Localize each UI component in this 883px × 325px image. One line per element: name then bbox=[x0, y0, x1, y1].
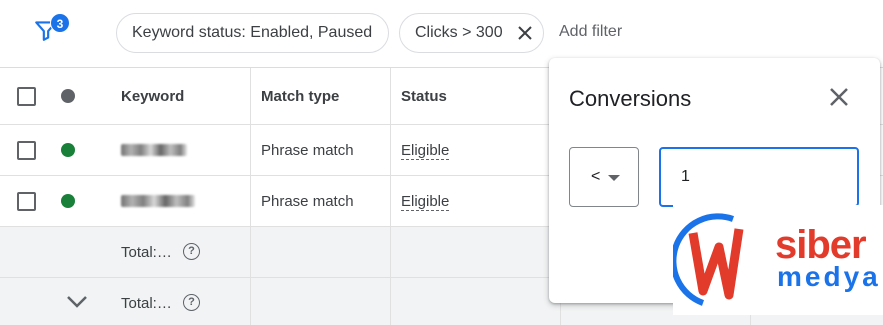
status-column-dot-icon bbox=[61, 89, 75, 103]
remove-filter-icon[interactable] bbox=[517, 25, 533, 41]
match-type-cell: Phrase match bbox=[261, 142, 354, 159]
column-header-status[interactable]: Status bbox=[401, 88, 447, 105]
logo-word-medya: medya bbox=[777, 261, 881, 292]
column-header-match-type[interactable]: Match type bbox=[261, 88, 339, 105]
total-label: Total:… bbox=[121, 295, 172, 312]
help-icon[interactable]: ? bbox=[183, 243, 200, 260]
status-cell[interactable]: Eligible bbox=[401, 142, 450, 160]
filter-chip-label: Keyword status: Enabled, Paused bbox=[132, 24, 373, 41]
row-checkbox[interactable] bbox=[17, 192, 36, 211]
filter-button[interactable]: 3 bbox=[33, 13, 71, 43]
popup-title: Conversions bbox=[569, 86, 692, 111]
operator-value: < bbox=[591, 168, 601, 185]
logo-mark-icon bbox=[670, 213, 744, 306]
select-all-checkbox[interactable] bbox=[17, 87, 36, 106]
filter-chip-clicks[interactable]: Clicks > 300 bbox=[399, 13, 544, 53]
status-link[interactable]: Eligible bbox=[401, 142, 450, 160]
match-type-cell: Phrase match bbox=[261, 193, 354, 210]
active-filter-count-badge: 3 bbox=[50, 13, 70, 33]
column-header-keyword[interactable]: Keyword bbox=[121, 88, 184, 105]
add-filter-button[interactable]: Add filter bbox=[559, 23, 622, 41]
column-divider bbox=[390, 68, 391, 325]
chevron-down-icon[interactable] bbox=[66, 295, 88, 309]
conversions-value-input[interactable] bbox=[659, 147, 859, 207]
close-icon[interactable] bbox=[827, 85, 851, 109]
status-cell[interactable]: Eligible bbox=[401, 193, 450, 211]
help-icon[interactable]: ? bbox=[183, 294, 200, 311]
enabled-status-dot-icon bbox=[61, 143, 75, 157]
filter-chip-keyword-status[interactable]: Keyword status: Enabled, Paused bbox=[116, 13, 389, 53]
enabled-status-dot-icon bbox=[61, 194, 75, 208]
total-label: Total:… bbox=[121, 244, 172, 261]
redacted-keyword-text bbox=[121, 195, 195, 207]
operator-select[interactable]: < bbox=[569, 147, 639, 207]
filter-chip-label: Clicks > 300 bbox=[415, 24, 503, 41]
dropdown-caret-icon bbox=[608, 175, 620, 181]
redacted-keyword-text bbox=[121, 144, 187, 156]
row-checkbox[interactable] bbox=[17, 141, 36, 160]
column-divider bbox=[250, 68, 251, 325]
siber-medya-logo: siber medya bbox=[670, 205, 883, 315]
status-link[interactable]: Eligible bbox=[401, 193, 450, 211]
